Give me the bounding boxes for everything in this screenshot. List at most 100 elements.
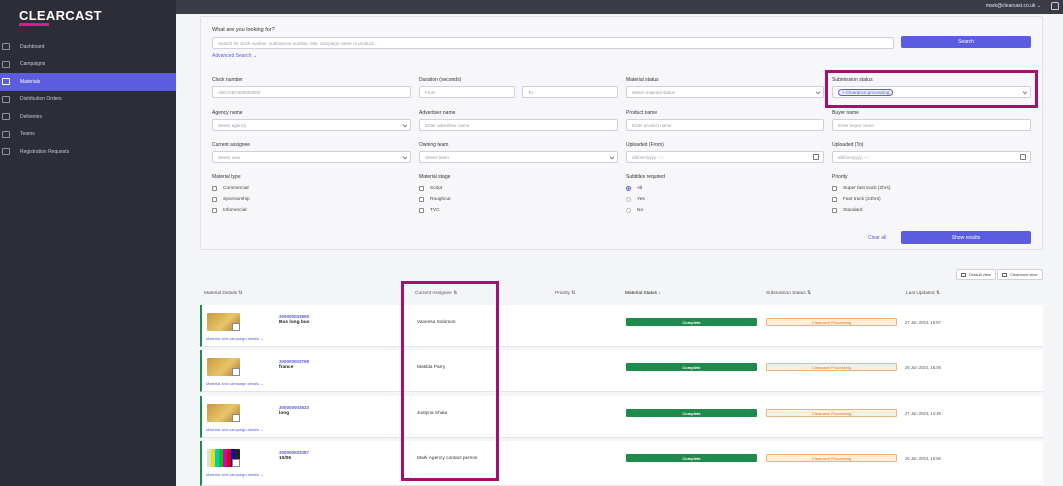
radio-no[interactable]: No <box>626 208 643 213</box>
material-title: Bus long bus <box>279 320 310 325</box>
table-row[interactable]: 300000003387 10/06 Material and campaign… <box>200 441 1043 486</box>
checkbox-standard[interactable]: Standard <box>832 208 862 213</box>
sidebar-item-campaigns[interactable]: Campaigns <box>0 56 176 74</box>
show-results-button[interactable]: Show results <box>901 231 1031 244</box>
checkbox[interactable] <box>832 208 837 213</box>
table-row[interactable]: 300000003533 long Material and campaign … <box>200 396 1043 438</box>
advertiser-name-input[interactable]: Enter advertiser name <box>419 119 618 131</box>
th-material-details[interactable]: Material Details ⇅ <box>204 291 242 296</box>
material-thumbnail[interactable] <box>207 313 240 331</box>
advanced-search-link[interactable]: Advanced Search ⌄ <box>212 53 257 59</box>
default-view-button[interactable]: Default view <box>956 269 996 280</box>
chevron-down-icon: ⌄ <box>252 53 258 59</box>
checkbox[interactable] <box>419 208 424 213</box>
checkbox-commercial[interactable]: Commercial <box>212 186 249 191</box>
sidebar-nav: Dashboard Campaigns Materials Distributi… <box>0 38 176 161</box>
last-updated-cell: 27 Jun 2024, 14:48 <box>905 411 941 416</box>
agency-select[interactable]: Select agency <box>212 119 411 131</box>
chevron-down-icon <box>402 122 408 128</box>
highlight-current-assignee <box>401 281 499 481</box>
checkbox-label: Roughcut <box>430 197 451 202</box>
checkbox[interactable] <box>212 208 217 213</box>
uploaded-to-placeholder: dd/mm/yyyy --:-- <box>838 154 871 160</box>
user-menu[interactable]: mark@clearcast.co.uk ⌄ <box>986 3 1041 9</box>
checkbox[interactable] <box>212 186 217 191</box>
checkbox[interactable] <box>832 186 837 191</box>
checkbox[interactable] <box>419 197 424 202</box>
clearance-view-button[interactable]: Clearance view <box>997 269 1043 280</box>
sidebar-item-materials[interactable]: Materials <box>0 73 176 91</box>
checkbox-script[interactable]: Script <box>419 186 442 191</box>
uploaded-from-input[interactable]: dd/mm/yyyy --:-- <box>626 151 824 163</box>
th-last-updated[interactable]: Last Updated ⇅ <box>906 291 940 296</box>
duration-to-input[interactable]: To <box>522 86 618 98</box>
checkbox-label: Super fast track (2hrs) <box>843 186 891 191</box>
calendar-icon[interactable] <box>813 154 819 160</box>
material-status-badge: Complete <box>626 363 757 371</box>
checkbox-label: Commercial <box>223 186 249 191</box>
material-details-link[interactable]: Material and campaign details ⌄ <box>206 381 264 386</box>
sidebar-item-label: Teams <box>20 131 35 138</box>
clock-number-link[interactable]: 300000003387 <box>279 450 309 455</box>
th-priority[interactable]: Priority ⇅ <box>555 291 575 296</box>
checkbox-fast-track[interactable]: Fast track (24hrs) <box>832 197 881 202</box>
brand-underline <box>19 23 49 26</box>
assignee-select[interactable]: Select user <box>212 151 411 163</box>
material-status-label: Material status <box>626 77 659 83</box>
checkbox[interactable] <box>419 186 424 191</box>
radio-all[interactable]: All <box>626 186 642 191</box>
clock-number-link[interactable]: 300000003533 <box>279 405 309 410</box>
checkbox-sponsorship[interactable]: Sponsorship <box>212 197 250 202</box>
submission-status-badge: Clearance Processing <box>766 363 897 371</box>
checkbox-label: Sponsorship <box>223 197 250 202</box>
material-thumbnail[interactable] <box>207 358 240 376</box>
th-material-status[interactable]: Material Status ↓ <box>625 291 661 296</box>
product-name-input[interactable]: Enter product name <box>626 119 824 131</box>
table-row[interactable]: 300000003798 france Material and campaig… <box>200 350 1043 392</box>
uploaded-to-input[interactable]: dd/mm/yyyy --:-- <box>832 151 1031 163</box>
duration-label: Duration (seconds) <box>419 77 462 83</box>
material-thumbnail[interactable] <box>207 404 240 422</box>
material-details-link[interactable]: Material and campaign details ⌄ <box>206 472 264 477</box>
clock-number-link[interactable]: 300000003855 <box>279 314 309 319</box>
table-row[interactable]: 300000003855 Bus long bus Material and c… <box>200 305 1043 347</box>
search-input[interactable]: Search for clock number, submission numb… <box>212 37 894 49</box>
search-button[interactable]: Search <box>901 36 1031 48</box>
checkbox-infomercial[interactable]: Infomercial <box>212 208 246 213</box>
team-select[interactable]: Select team <box>419 151 618 163</box>
checkbox-roughcut[interactable]: Roughcut <box>419 197 451 202</box>
material-details-link[interactable]: Material and campaign details ⌄ <box>206 427 264 432</box>
material-status-select[interactable]: Select material status <box>626 86 824 98</box>
document-icon <box>232 414 240 422</box>
notification-bell-icon[interactable] <box>1051 2 1059 10</box>
clear-all-link[interactable]: Clear all <box>868 235 886 241</box>
sidebar-item-dashboard[interactable]: Dashboard <box>0 38 176 56</box>
search-panel: What are you looking for? Search for clo… <box>200 16 1043 250</box>
radio-button[interactable] <box>626 186 631 191</box>
sidebar-item-distribution-orders[interactable]: Distribution Orders <box>0 91 176 109</box>
checkbox-tvc[interactable]: TVC <box>419 208 440 213</box>
material-details-link[interactable]: Material and campaign details ⌄ <box>206 336 264 341</box>
priority-label: Priority <box>832 174 848 180</box>
radio-button[interactable] <box>626 208 631 213</box>
checkbox-label: Standard <box>843 208 863 213</box>
grid-icon <box>1002 273 1007 277</box>
assignee-placeholder: Select user <box>218 154 241 160</box>
radio-button[interactable] <box>626 197 631 202</box>
sidebar-item-registration-requests[interactable]: Registration Requests <box>0 143 176 161</box>
clock-number-input[interactable]: ABC/ABC000000000 <box>212 86 411 98</box>
sidebar-item-label: Distribution Orders <box>20 96 62 103</box>
th-submission-status[interactable]: Submission Status ⇅ <box>766 291 811 296</box>
checkbox[interactable] <box>832 197 837 202</box>
sidebar-item-deliveries[interactable]: Deliveries <box>0 108 176 126</box>
calendar-icon[interactable] <box>1020 154 1026 160</box>
material-thumbnail[interactable] <box>207 449 240 467</box>
sidebar-item-teams[interactable]: Teams <box>0 126 176 144</box>
buyer-name-input[interactable]: Enter buyer name <box>832 119 1031 131</box>
clock-number-link[interactable]: 300000003798 <box>279 359 309 364</box>
checkbox[interactable] <box>212 197 217 202</box>
checkbox-super-fast-track[interactable]: Super fast track (2hrs) <box>832 186 890 191</box>
duration-from-input[interactable]: From <box>419 86 515 98</box>
agency-placeholder: Select agency <box>218 122 247 128</box>
radio-yes[interactable]: Yes <box>626 197 645 202</box>
